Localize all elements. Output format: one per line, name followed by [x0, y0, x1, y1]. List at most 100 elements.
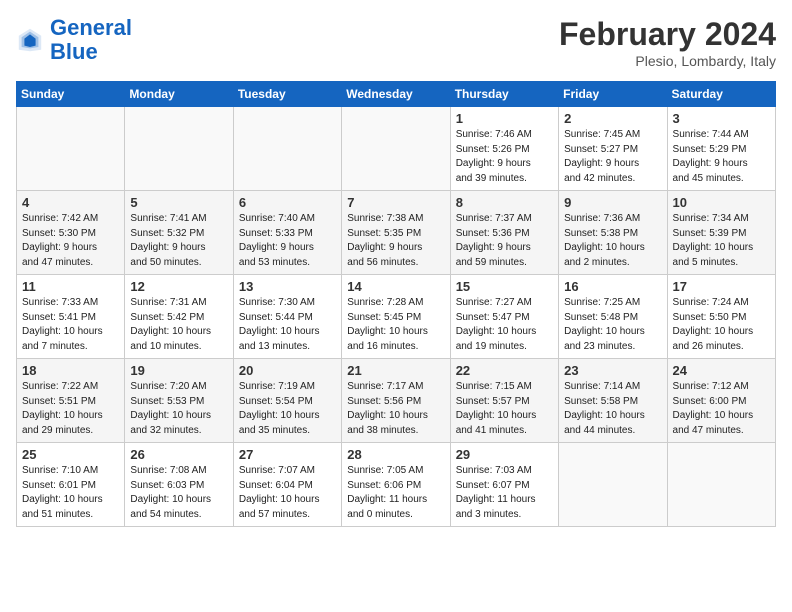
- day-number: 25: [22, 447, 119, 462]
- calendar-cell: 19 Sunrise: 7:20 AM Sunset: 5:53 PM Dayli…: [125, 359, 233, 443]
- day-number: 1: [456, 111, 553, 126]
- calendar-cell: 29 Sunrise: 7:03 AM Sunset: 6:07 PM Dayli…: [450, 443, 558, 527]
- calendar-cell: 7 Sunrise: 7:38 AM Sunset: 5:35 PM Daylig…: [342, 191, 450, 275]
- calendar-cell: 23 Sunrise: 7:14 AM Sunset: 5:58 PM Dayli…: [559, 359, 667, 443]
- day-number: 23: [564, 363, 661, 378]
- calendar-cell: 17 Sunrise: 7:24 AM Sunset: 5:50 PM Dayli…: [667, 275, 775, 359]
- day-info: Sunrise: 7:08 AM Sunset: 6:03 PM Dayligh…: [130, 464, 227, 522]
- calendar-week-5: 25 Sunrise: 7:10 AM Sunset: 6:01 PM Dayli…: [17, 443, 776, 527]
- day-info: Sunrise: 7:15 AM Sunset: 5:57 PM Dayligh…: [456, 380, 553, 438]
- day-info: Sunrise: 7:44 AM Sunset: 5:29 PM Dayligh…: [673, 128, 770, 186]
- calendar-cell: 25 Sunrise: 7:10 AM Sunset: 6:01 PM Dayli…: [17, 443, 125, 527]
- day-number: 3: [673, 111, 770, 126]
- calendar-cell: 22 Sunrise: 7:15 AM Sunset: 5:57 PM Dayli…: [450, 359, 558, 443]
- day-number: 12: [130, 279, 227, 294]
- col-header-saturday: Saturday: [667, 82, 775, 107]
- day-info: Sunrise: 7:46 AM Sunset: 5:26 PM Dayligh…: [456, 128, 553, 186]
- day-number: 10: [673, 195, 770, 210]
- logo-blue: Blue: [50, 39, 98, 64]
- calendar-cell: 16 Sunrise: 7:25 AM Sunset: 5:48 PM Dayli…: [559, 275, 667, 359]
- day-info: Sunrise: 7:37 AM Sunset: 5:36 PM Dayligh…: [456, 212, 553, 270]
- day-number: 18: [22, 363, 119, 378]
- calendar-cell: 26 Sunrise: 7:08 AM Sunset: 6:03 PM Dayli…: [125, 443, 233, 527]
- col-header-monday: Monday: [125, 82, 233, 107]
- day-number: 27: [239, 447, 336, 462]
- calendar-cell: 3 Sunrise: 7:44 AM Sunset: 5:29 PM Daylig…: [667, 107, 775, 191]
- day-number: 24: [673, 363, 770, 378]
- day-number: 15: [456, 279, 553, 294]
- month-year: February 2024: [559, 16, 776, 53]
- calendar-cell: 12 Sunrise: 7:31 AM Sunset: 5:42 PM Dayli…: [125, 275, 233, 359]
- calendar-week-3: 11Sunrise: 7:33 AM Sunset: 5:41 PM Dayli…: [17, 275, 776, 359]
- day-info: Sunrise: 7:25 AM Sunset: 5:48 PM Dayligh…: [564, 296, 661, 354]
- day-info: Sunrise: 7:42 AM Sunset: 5:30 PM Dayligh…: [22, 212, 119, 270]
- day-number: 7: [347, 195, 444, 210]
- day-info: Sunrise: 7:05 AM Sunset: 6:06 PM Dayligh…: [347, 464, 444, 522]
- day-info: Sunrise: 7:27 AM Sunset: 5:47 PM Dayligh…: [456, 296, 553, 354]
- day-info: Sunrise: 7:03 AM Sunset: 6:07 PM Dayligh…: [456, 464, 553, 522]
- calendar-cell: 1 Sunrise: 7:46 AM Sunset: 5:26 PM Daylig…: [450, 107, 558, 191]
- calendar-week-1: 1 Sunrise: 7:46 AM Sunset: 5:26 PM Daylig…: [17, 107, 776, 191]
- day-number: 5: [130, 195, 227, 210]
- calendar-cell: 21Sunrise: 7:17 AM Sunset: 5:56 PM Dayli…: [342, 359, 450, 443]
- calendar-cell: 15 Sunrise: 7:27 AM Sunset: 5:47 PM Dayli…: [450, 275, 558, 359]
- day-number: 16: [564, 279, 661, 294]
- day-info: Sunrise: 7:34 AM Sunset: 5:39 PM Dayligh…: [673, 212, 770, 270]
- day-number: 26: [130, 447, 227, 462]
- day-info: Sunrise: 7:22 AM Sunset: 5:51 PM Dayligh…: [22, 380, 119, 438]
- day-info: Sunrise: 7:12 AM Sunset: 6:00 PM Dayligh…: [673, 380, 770, 438]
- calendar-cell: 2Sunrise: 7:45 AM Sunset: 5:27 PM Daylig…: [559, 107, 667, 191]
- calendar-cell: 18 Sunrise: 7:22 AM Sunset: 5:51 PM Dayli…: [17, 359, 125, 443]
- day-info: Sunrise: 7:45 AM Sunset: 5:27 PM Dayligh…: [564, 128, 661, 186]
- logo-general: General: [50, 15, 132, 40]
- day-info: Sunrise: 7:30 AM Sunset: 5:44 PM Dayligh…: [239, 296, 336, 354]
- calendar-cell: [559, 443, 667, 527]
- day-number: 8: [456, 195, 553, 210]
- col-header-tuesday: Tuesday: [233, 82, 341, 107]
- calendar-cell: 4Sunrise: 7:42 AM Sunset: 5:30 PM Daylig…: [17, 191, 125, 275]
- day-number: 21: [347, 363, 444, 378]
- day-info: Sunrise: 7:38 AM Sunset: 5:35 PM Dayligh…: [347, 212, 444, 270]
- day-info: Sunrise: 7:33 AM Sunset: 5:41 PM Dayligh…: [22, 296, 119, 354]
- day-info: Sunrise: 7:20 AM Sunset: 5:53 PM Dayligh…: [130, 380, 227, 438]
- calendar-cell: 5 Sunrise: 7:41 AM Sunset: 5:32 PM Daylig…: [125, 191, 233, 275]
- calendar-cell: 28Sunrise: 7:05 AM Sunset: 6:06 PM Dayli…: [342, 443, 450, 527]
- logo: General Blue: [16, 16, 132, 64]
- day-number: 19: [130, 363, 227, 378]
- day-info: Sunrise: 7:24 AM Sunset: 5:50 PM Dayligh…: [673, 296, 770, 354]
- day-info: Sunrise: 7:07 AM Sunset: 6:04 PM Dayligh…: [239, 464, 336, 522]
- col-header-sunday: Sunday: [17, 82, 125, 107]
- day-info: Sunrise: 7:19 AM Sunset: 5:54 PM Dayligh…: [239, 380, 336, 438]
- day-info: Sunrise: 7:40 AM Sunset: 5:33 PM Dayligh…: [239, 212, 336, 270]
- calendar-cell: [342, 107, 450, 191]
- calendar-table: SundayMondayTuesdayWednesdayThursdayFrid…: [16, 81, 776, 527]
- col-header-thursday: Thursday: [450, 82, 558, 107]
- day-info: Sunrise: 7:14 AM Sunset: 5:58 PM Dayligh…: [564, 380, 661, 438]
- location: Plesio, Lombardy, Italy: [559, 53, 776, 69]
- calendar-cell: 27 Sunrise: 7:07 AM Sunset: 6:04 PM Dayli…: [233, 443, 341, 527]
- calendar-week-4: 18 Sunrise: 7:22 AM Sunset: 5:51 PM Dayli…: [17, 359, 776, 443]
- col-header-friday: Friday: [559, 82, 667, 107]
- day-info: Sunrise: 7:31 AM Sunset: 5:42 PM Dayligh…: [130, 296, 227, 354]
- calendar-cell: 14Sunrise: 7:28 AM Sunset: 5:45 PM Dayli…: [342, 275, 450, 359]
- calendar-cell: 10 Sunrise: 7:34 AM Sunset: 5:39 PM Dayli…: [667, 191, 775, 275]
- calendar-cell: 24 Sunrise: 7:12 AM Sunset: 6:00 PM Dayli…: [667, 359, 775, 443]
- calendar-header: SundayMondayTuesdayWednesdayThursdayFrid…: [17, 82, 776, 107]
- day-number: 9: [564, 195, 661, 210]
- day-info: Sunrise: 7:28 AM Sunset: 5:45 PM Dayligh…: [347, 296, 444, 354]
- calendar-cell: 13 Sunrise: 7:30 AM Sunset: 5:44 PM Dayli…: [233, 275, 341, 359]
- day-number: 22: [456, 363, 553, 378]
- day-number: 29: [456, 447, 553, 462]
- calendar-cell: 9Sunrise: 7:36 AM Sunset: 5:38 PM Daylig…: [559, 191, 667, 275]
- col-header-wednesday: Wednesday: [342, 82, 450, 107]
- calendar-cell: [233, 107, 341, 191]
- page-header: General Blue February 2024 Plesio, Lomba…: [16, 16, 776, 69]
- day-number: 13: [239, 279, 336, 294]
- day-info: Sunrise: 7:10 AM Sunset: 6:01 PM Dayligh…: [22, 464, 119, 522]
- calendar-week-2: 4Sunrise: 7:42 AM Sunset: 5:30 PM Daylig…: [17, 191, 776, 275]
- day-number: 6: [239, 195, 336, 210]
- day-number: 17: [673, 279, 770, 294]
- calendar-cell: 11Sunrise: 7:33 AM Sunset: 5:41 PM Dayli…: [17, 275, 125, 359]
- day-info: Sunrise: 7:41 AM Sunset: 5:32 PM Dayligh…: [130, 212, 227, 270]
- calendar-cell: [125, 107, 233, 191]
